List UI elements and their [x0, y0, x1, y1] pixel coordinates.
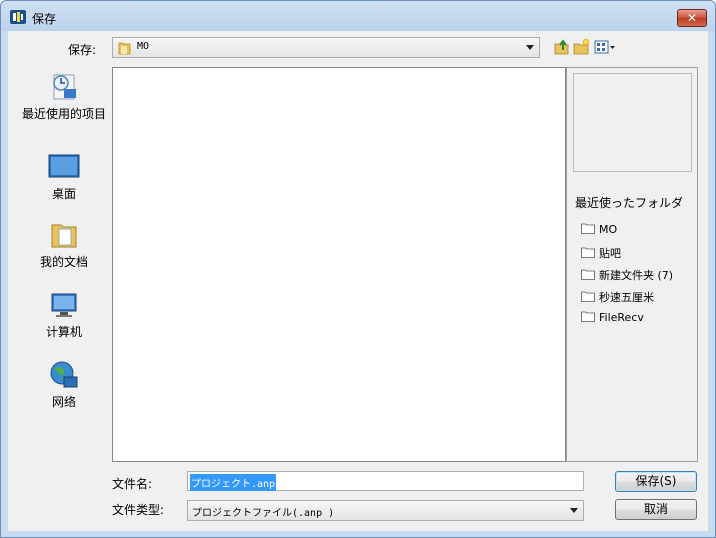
save-in-dropdown[interactable]: MO	[112, 37, 540, 58]
recent-folder-label: 新建文件夹 (7)	[599, 269, 674, 282]
places-bar: 最近使用的项目 桌面 我的文档 计算机 网络	[16, 67, 112, 497]
close-button[interactable]: ✕	[677, 9, 707, 27]
desktop-icon	[48, 154, 80, 178]
recent-folder-item[interactable]: FileRecv	[581, 311, 644, 324]
place-label: 计算机	[45, 325, 82, 339]
save-button[interactable]: 保存(S)	[615, 471, 697, 492]
filename-label: 文件名:	[112, 477, 153, 491]
save-in-label: 保存:	[68, 43, 97, 57]
recent-folder-label: MO	[599, 223, 618, 236]
new-folder-icon[interactable]	[573, 38, 591, 56]
recent-folder-item[interactable]: 新建文件夹 (7)	[581, 267, 673, 283]
up-folder-icon[interactable]	[553, 38, 571, 56]
place-computer[interactable]: 计算机	[16, 289, 112, 340]
side-panel: 最近使ったフォルダ MO 贴吧 新建文件夹 (7) 秒速五厘米 FileRecv	[566, 67, 698, 462]
title-bar[interactable]: 保存 ✕	[1, 1, 715, 31]
folder-icon	[581, 223, 595, 234]
recent-folder-label: FileRecv	[599, 311, 644, 324]
cancel-button[interactable]: 取消	[615, 499, 697, 520]
dialog-body: 保存: MO 最近使用的项目 桌面 我的文档 计算机 网络 最近使ったフォルダ …	[8, 31, 708, 531]
chevron-down-icon[interactable]	[526, 45, 534, 50]
folder-icon	[581, 247, 595, 258]
filetype-dropdown[interactable]: プロジェクトファイル(.anp )	[187, 500, 584, 521]
documents-icon	[51, 224, 77, 248]
recent-folder-label: 贴吧	[599, 247, 621, 260]
save-dialog-window: 保存 ✕ 保存: MO 最近使用的项目 桌面 我的文档 计算机 网络 最近使った…	[0, 0, 716, 538]
place-label: 我的文档	[39, 255, 88, 269]
file-list[interactable]	[112, 67, 566, 462]
close-icon: ✕	[686, 11, 698, 25]
filetype-value: プロジェクトファイル(.anp )	[192, 508, 335, 519]
preview-box	[573, 73, 692, 172]
computer-icon	[51, 293, 77, 317]
place-label: 网络	[51, 395, 76, 409]
filename-input[interactable]: プロジェクト.anp	[187, 471, 584, 491]
place-recent[interactable]: 最近使用的项目	[16, 71, 112, 122]
recent-folder-item[interactable]: 贴吧	[581, 245, 621, 261]
folder-icon	[581, 269, 595, 280]
folder-icon	[581, 291, 595, 302]
recent-folder-label: 秒速五厘米	[599, 291, 654, 304]
place-documents[interactable]: 我的文档	[16, 219, 112, 270]
recent-places-icon	[53, 74, 76, 100]
save-in-value: MO	[137, 41, 150, 52]
place-desktop[interactable]: 桌面	[16, 151, 112, 202]
view-menu-icon[interactable]	[594, 38, 616, 56]
window-title: 保存	[32, 12, 57, 26]
recent-folder-item[interactable]: MO	[581, 223, 617, 236]
recent-folder-item[interactable]: 秒速五厘米	[581, 289, 654, 305]
folder-icon	[118, 42, 131, 55]
place-label: 最近使用的项目	[21, 107, 106, 121]
place-label: 桌面	[51, 187, 76, 201]
filetype-label: 文件类型:	[112, 503, 165, 517]
recent-folders-title: 最近使ったフォルダ	[575, 196, 684, 210]
place-network[interactable]: 网络	[16, 359, 112, 410]
chevron-down-icon[interactable]	[570, 508, 578, 513]
filename-value: プロジェクト.anp	[190, 474, 277, 491]
folder-icon	[581, 311, 595, 322]
network-icon	[50, 361, 78, 388]
app-icon	[10, 10, 26, 24]
